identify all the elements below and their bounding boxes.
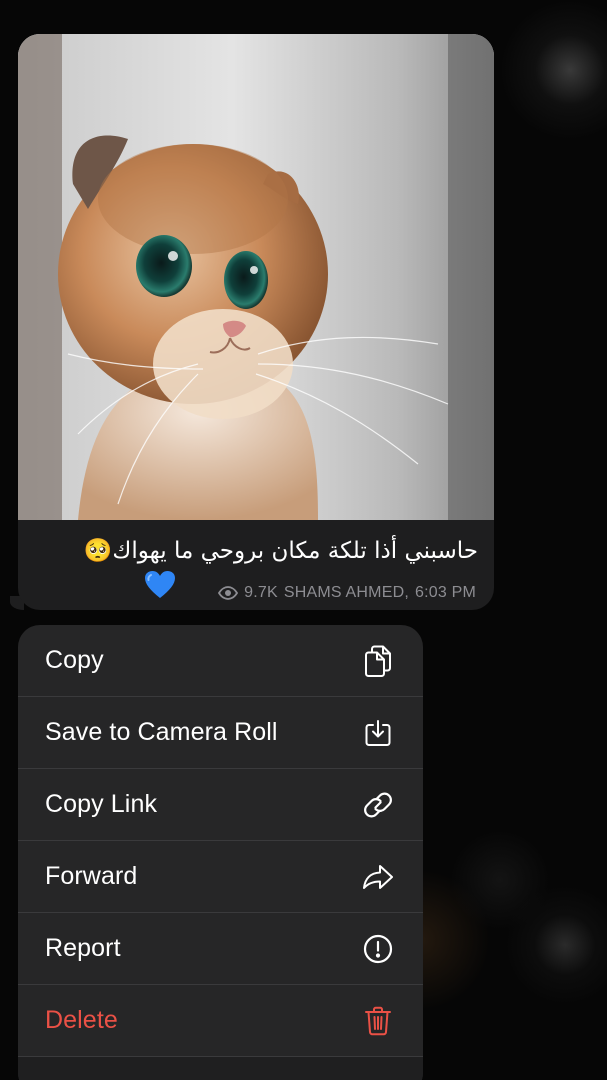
report-icon xyxy=(361,932,395,966)
menu-item-label: Save to Camera Roll xyxy=(45,718,278,746)
menu-item-delete[interactable]: Delete xyxy=(18,985,423,1057)
eye-icon xyxy=(218,586,239,600)
menu-item-forward[interactable]: Forward xyxy=(18,841,423,913)
trash-icon xyxy=(361,1004,395,1038)
menu-item-copy[interactable]: Copy xyxy=(18,625,423,697)
menu-item-label: Copy xyxy=(45,646,104,674)
download-icon xyxy=(361,716,395,750)
message-time: 6:03 PM xyxy=(415,584,476,601)
cat-photo[interactable] xyxy=(18,34,494,520)
link-icon xyxy=(361,788,395,822)
message-bubble[interactable]: حاسبني أذا تلكة مكان بروحي ما يهواك🥺 9.7… xyxy=(18,34,494,610)
screen: حاسبني أذا تلكة مكان بروحي ما يهواك🥺 9.7… xyxy=(0,0,607,1080)
message-caption: حاسبني أذا تلكة مكان بروحي ما يهواك🥺 xyxy=(83,538,478,564)
menu-item-save-to-camera-roll[interactable]: Save to Camera Roll xyxy=(18,697,423,769)
menu-item-report[interactable]: Report xyxy=(18,913,423,985)
menu-separator-gap xyxy=(18,1057,423,1080)
copy-icon xyxy=(361,644,395,678)
menu-item-label: Copy Link xyxy=(45,790,158,818)
time-separator: , xyxy=(404,584,409,601)
menu-item-copy-link[interactable]: Copy Link xyxy=(18,769,423,841)
author-name: SHAMS AHMED xyxy=(283,584,405,601)
forward-icon xyxy=(361,860,395,894)
menu-item-label: Delete xyxy=(45,1006,118,1034)
context-menu: Copy Save to Camera Roll Copy Link Forwa… xyxy=(18,625,423,1080)
menu-item-label: Forward xyxy=(45,862,138,890)
blue-heart-emoji xyxy=(144,570,176,600)
message-meta: 9.7K SHAMS AHMED, 6:03 PM xyxy=(218,579,476,607)
views-count: 9.7K xyxy=(244,584,278,601)
menu-item-label: Report xyxy=(45,934,121,962)
